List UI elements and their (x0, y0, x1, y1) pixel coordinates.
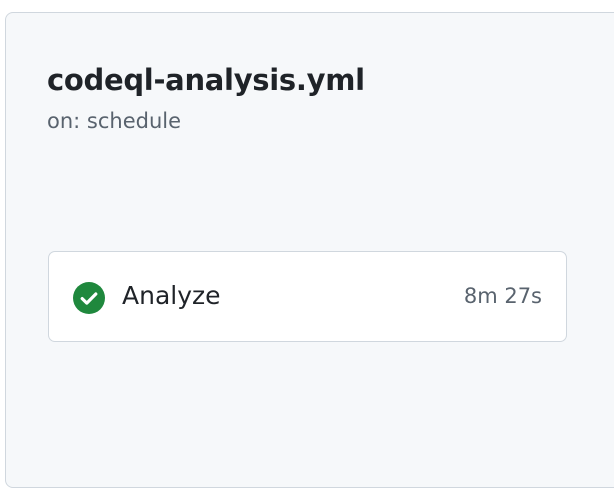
job-name: Analyze (122, 281, 221, 310)
job-card-analyze[interactable]: Analyze 8m 27s (48, 251, 567, 342)
job-duration: 8m 27s (463, 284, 542, 308)
workflow-graph-panel: codeql-analysis.yml on: schedule Analyze… (5, 12, 614, 488)
workflow-file-name: codeql-analysis.yml (47, 63, 365, 97)
workflow-trigger: on: schedule (47, 109, 182, 133)
status-circle (73, 282, 105, 314)
check-circle-fill-icon (73, 282, 105, 314)
